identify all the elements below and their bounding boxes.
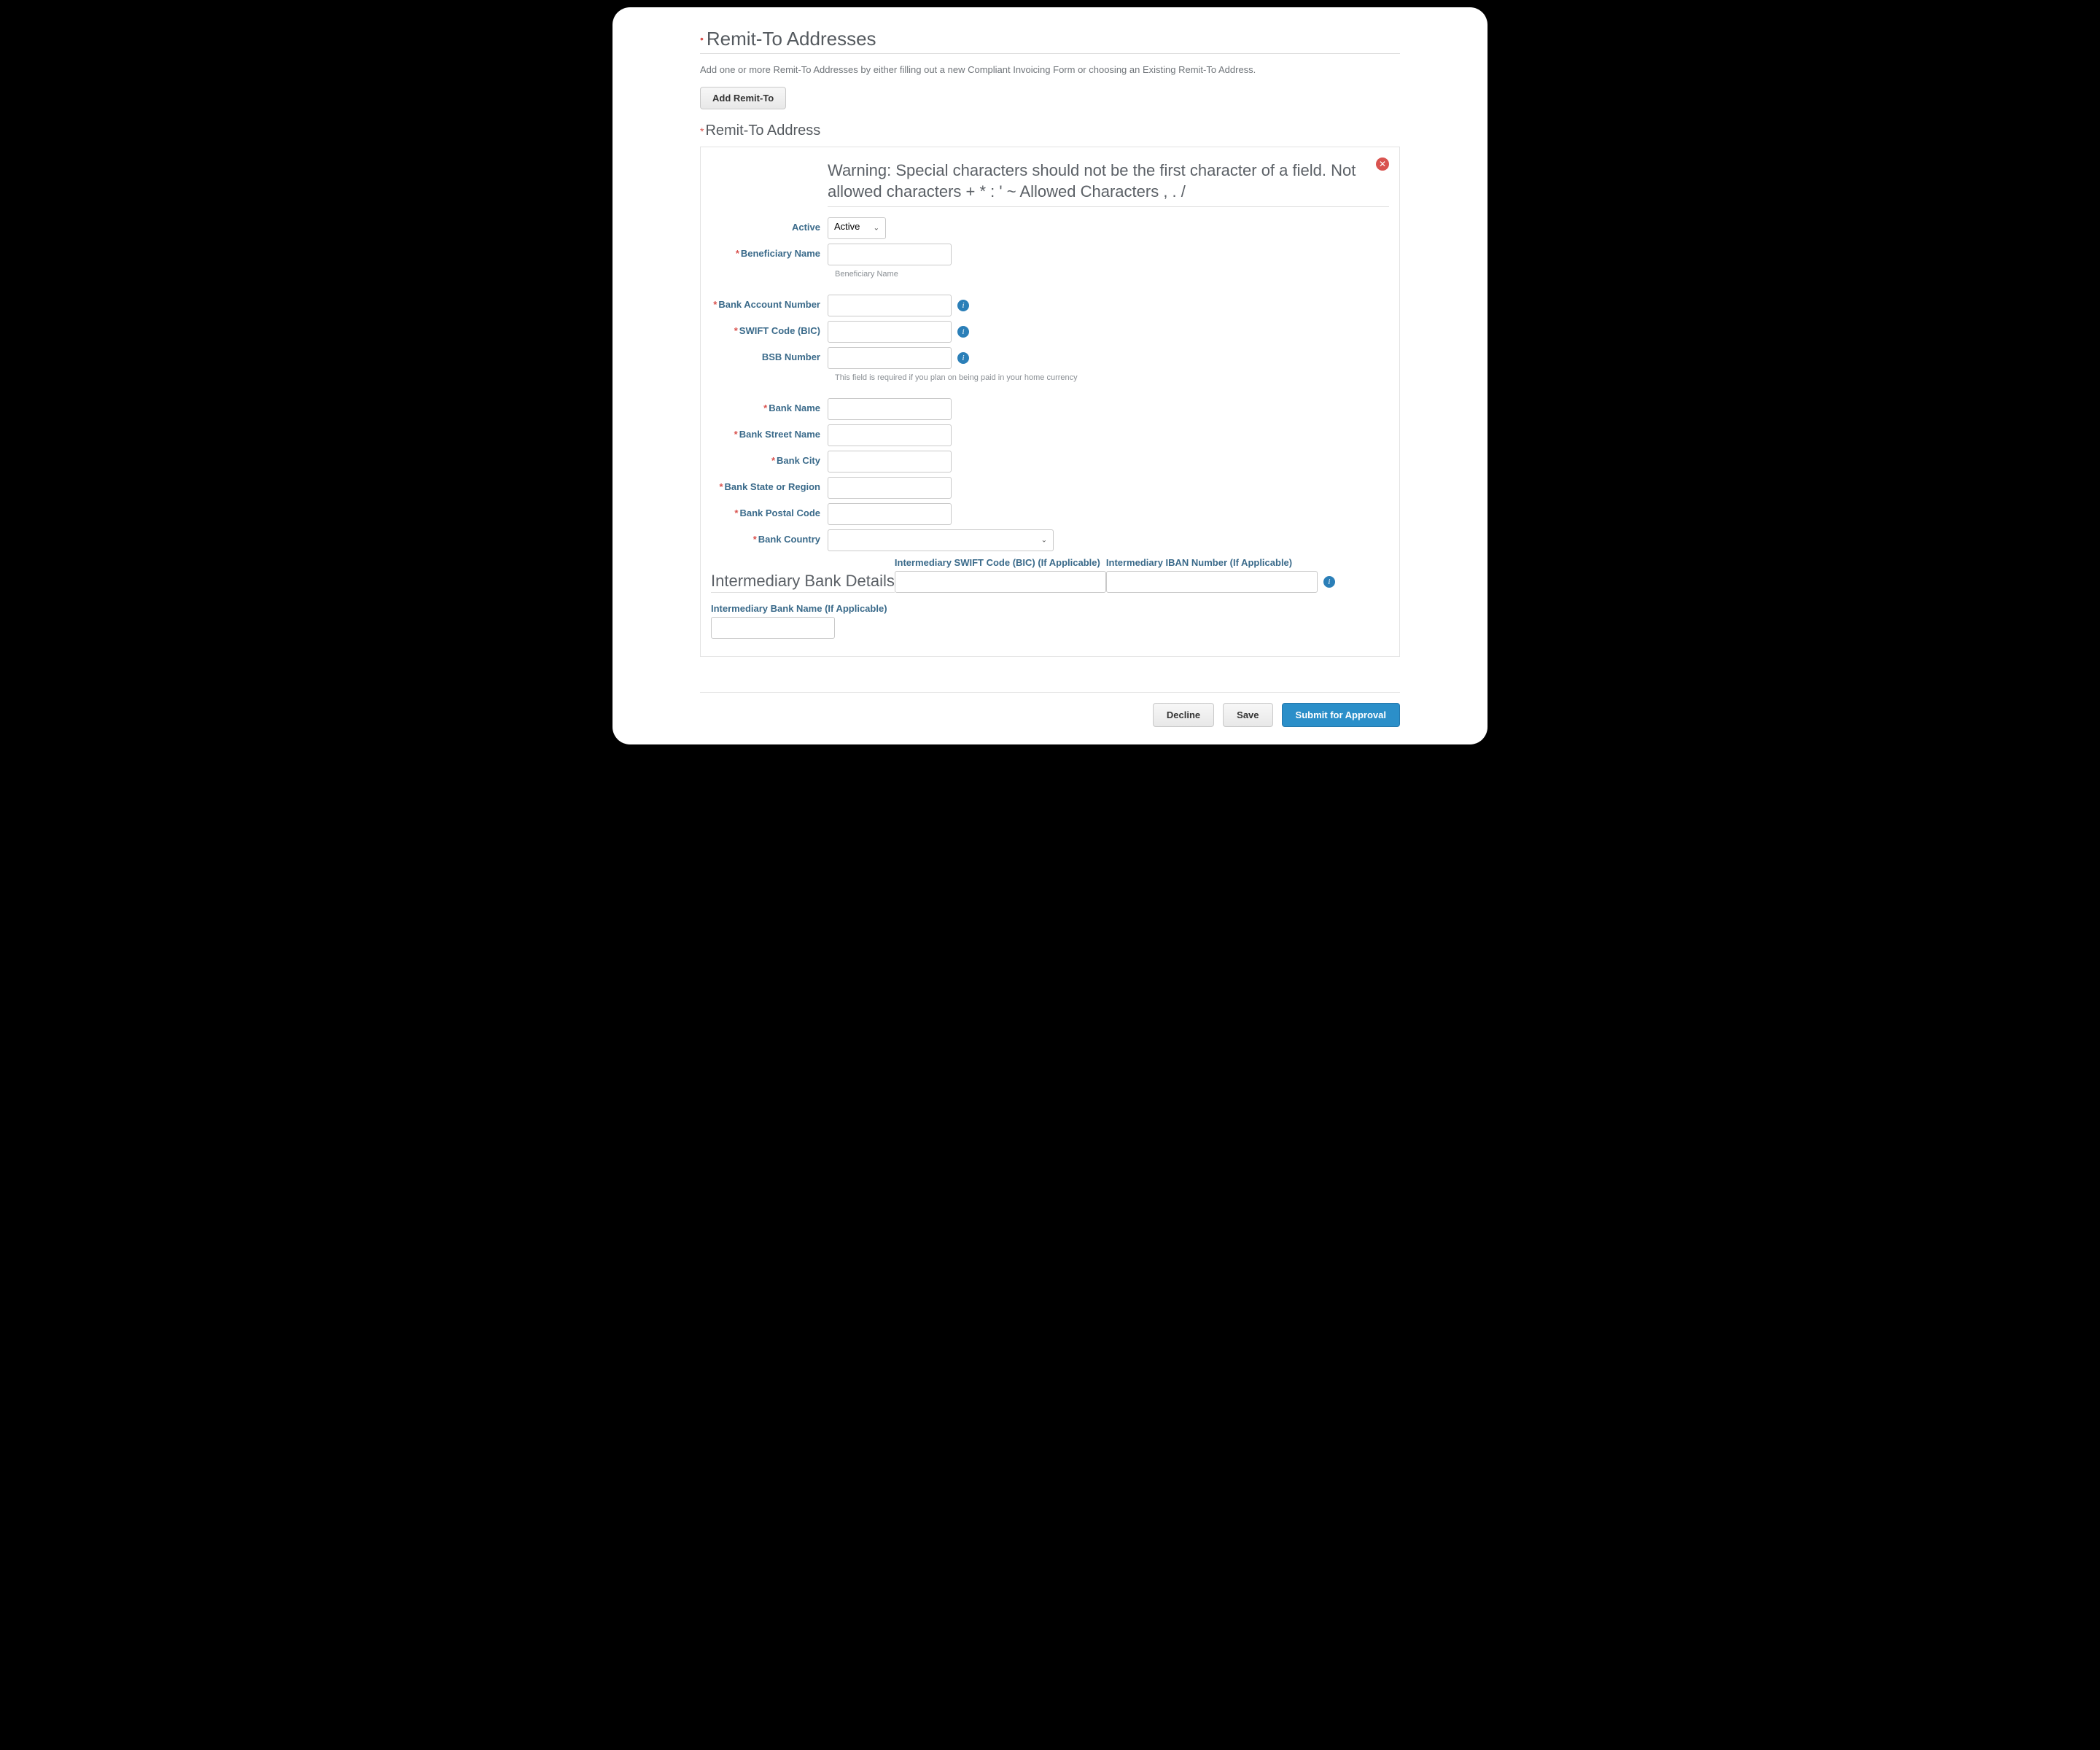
bank-street-input[interactable] xyxy=(828,424,952,446)
label-active: Active xyxy=(711,217,828,233)
row-bsb-number: BSB Number i xyxy=(711,347,1389,369)
label-swift-code: *SWIFT Code (BIC) xyxy=(711,321,828,336)
intermediary-iban-col: Intermediary IBAN Number (If Applicable)… xyxy=(1106,557,1335,593)
helper-beneficiary-name: Beneficiary Name xyxy=(835,270,1389,279)
required-dot-icon: • xyxy=(700,33,704,44)
row-bank-city: *Bank City xyxy=(711,451,1389,472)
intermediary-swift-input[interactable] xyxy=(895,571,1106,593)
warning-text: Warning: Special characters should not b… xyxy=(828,160,1372,202)
label-bank-name: *Bank Name xyxy=(711,398,828,413)
label-intermediary-bank-name: Intermediary Bank Name (If Applicable) xyxy=(711,603,1389,614)
row-bank-state: *Bank State or Region xyxy=(711,477,1389,499)
section-title: Remit-To Addresses xyxy=(707,28,876,50)
label-bsb-number: BSB Number xyxy=(711,347,828,362)
app-window: • Remit-To Addresses Add one or more Rem… xyxy=(612,7,1488,744)
helper-bsb-number: This field is required if you plan on be… xyxy=(835,373,1389,382)
section-description: Add one or more Remit-To Addresses by ei… xyxy=(700,64,1400,75)
label-bank-city: *Bank City xyxy=(711,451,828,466)
info-icon[interactable]: i xyxy=(957,326,969,338)
info-icon[interactable]: i xyxy=(957,300,969,311)
intermediary-swift-col: Intermediary SWIFT Code (BIC) (If Applic… xyxy=(895,557,1106,593)
label-intermediary-iban: Intermediary IBAN Number (If Applicable) xyxy=(1106,557,1335,568)
label-bank-account-number: *Bank Account Number xyxy=(711,295,828,310)
footer-separator xyxy=(700,692,1400,693)
section-header: • Remit-To Addresses xyxy=(700,28,1400,54)
submit-for-approval-button[interactable]: Submit for Approval xyxy=(1282,703,1400,727)
row-bank-account-number: *Bank Account Number i xyxy=(711,295,1389,316)
chevron-down-icon: ⌄ xyxy=(1041,537,1047,545)
bank-name-input[interactable] xyxy=(828,398,952,420)
save-button[interactable]: Save xyxy=(1223,703,1272,727)
intermediary-row: Intermediary Bank Details Intermediary S… xyxy=(711,557,1389,593)
intermediary-bank-name-input[interactable] xyxy=(711,617,835,639)
label-bank-street: *Bank Street Name xyxy=(711,424,828,440)
bank-account-number-input[interactable] xyxy=(828,295,952,316)
required-star-icon: * xyxy=(700,125,704,137)
row-beneficiary-name: *Beneficiary Name xyxy=(711,244,1389,265)
label-intermediary-swift: Intermediary SWIFT Code (BIC) (If Applic… xyxy=(895,557,1106,568)
bank-state-input[interactable] xyxy=(828,477,952,499)
info-icon[interactable]: i xyxy=(957,352,969,364)
add-remit-to-button[interactable]: Add Remit-To xyxy=(700,87,786,109)
content-area: • Remit-To Addresses Add one or more Rem… xyxy=(612,28,1488,727)
beneficiary-name-input[interactable] xyxy=(828,244,952,265)
swift-code-input[interactable] xyxy=(828,321,952,343)
remit-to-form: Warning: Special characters should not b… xyxy=(700,147,1400,657)
warning-row: Warning: Special characters should not b… xyxy=(828,160,1389,207)
close-icon[interactable]: ✕ xyxy=(1376,158,1389,171)
row-bank-country: *Bank Country ⌄ xyxy=(711,529,1389,551)
bank-postal-input[interactable] xyxy=(828,503,952,525)
label-bank-postal: *Bank Postal Code xyxy=(711,503,828,518)
row-swift-code: *SWIFT Code (BIC) i xyxy=(711,321,1389,343)
label-beneficiary-name: *Beneficiary Name xyxy=(711,244,828,259)
bank-city-input[interactable] xyxy=(828,451,952,472)
intermediary-bank-name-block: Intermediary Bank Name (If Applicable) xyxy=(711,603,1389,639)
row-bank-street: *Bank Street Name xyxy=(711,424,1389,446)
chevron-down-icon: ⌄ xyxy=(874,225,879,233)
row-bank-name: *Bank Name xyxy=(711,398,1389,420)
footer-actions: Decline Save Submit for Approval xyxy=(700,703,1400,727)
intermediary-title: Intermediary Bank Details xyxy=(711,572,895,593)
row-active: Active Active ⌄ xyxy=(711,217,1389,239)
active-select-value: Active xyxy=(834,221,860,232)
label-bank-country: *Bank Country xyxy=(711,529,828,545)
active-select[interactable]: Active ⌄ xyxy=(828,217,886,239)
remit-to-address-subtitle: Remit-To Address xyxy=(705,122,820,139)
bsb-number-input[interactable] xyxy=(828,347,952,369)
intermediary-iban-input[interactable] xyxy=(1106,571,1318,593)
subheading-row: * Remit-To Address xyxy=(700,122,1400,139)
decline-button[interactable]: Decline xyxy=(1153,703,1214,727)
label-bank-state: *Bank State or Region xyxy=(711,477,828,492)
info-icon[interactable]: i xyxy=(1323,576,1335,588)
bank-country-select[interactable]: ⌄ xyxy=(828,529,1054,551)
row-bank-postal: *Bank Postal Code xyxy=(711,503,1389,525)
